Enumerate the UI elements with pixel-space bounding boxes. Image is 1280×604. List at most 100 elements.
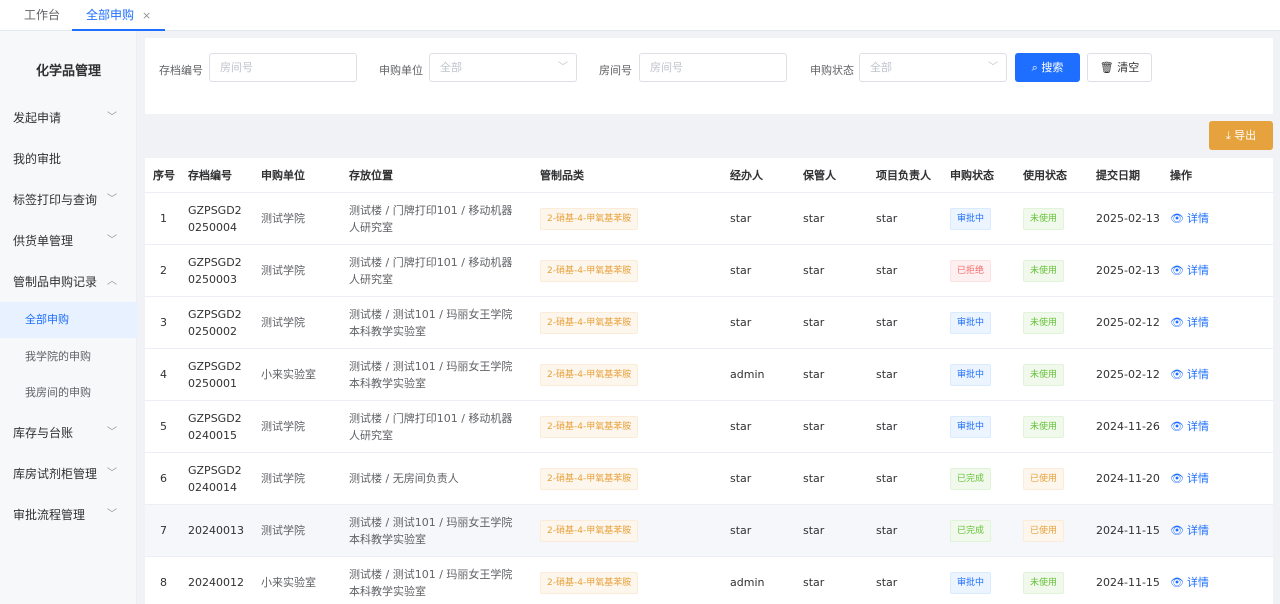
search-button-label: 搜索 <box>1041 61 1064 74</box>
location-room: 测试101 <box>392 308 436 321</box>
table-row: 5 GZPSGD20240015 测试学院 测试楼 / 门牌打印101 / 移动机器人… <box>145 401 1273 453</box>
sidebar-item-my-approval[interactable]: 我的审批 <box>0 141 137 177</box>
usage-badge: 未使用 <box>1023 312 1065 334</box>
sidebar-item-apply[interactable]: 发起申请 ﹀ <box>0 100 137 136</box>
submit-date: 2025-02-12 <box>1096 368 1160 381</box>
eye-icon: 👁︎ <box>1170 264 1184 277</box>
sidebar-item-label: 审批流程管理 <box>13 508 86 522</box>
status-badge: 审批中 <box>950 208 992 230</box>
sidebar-item-controlled-records[interactable]: 管制品申购记录 ︿ <box>0 264 137 300</box>
detail-link[interactable]: 👁︎ 详情 <box>1170 349 1209 401</box>
sidebar-item-label-print[interactable]: 标签打印与查询 ﹀ <box>0 182 137 218</box>
col-status: 申购状态 <box>950 169 994 182</box>
sidebar-subitem-my-college[interactable]: 我学院的申购 <box>0 339 137 375</box>
location-building: 测试楼 <box>349 204 382 217</box>
eye-icon: 👁︎ <box>1170 524 1184 537</box>
row-number: 4 <box>160 368 167 381</box>
detail-link[interactable]: 👁︎ 详情 <box>1170 453 1209 505</box>
usage-badge: 未使用 <box>1023 416 1065 438</box>
close-icon[interactable]: × <box>142 9 151 22</box>
submit-date: 2025-02-12 <box>1096 316 1160 329</box>
sidebar-subitem-all[interactable]: 全部申购 <box>0 302 137 338</box>
chevron-down-icon: ﹀ <box>107 468 117 479</box>
row-number: 1 <box>160 212 167 225</box>
tab-bar: 工作台 全部申购 × <box>0 0 1280 31</box>
sidebar-item-workflow[interactable]: 审批流程管理 ﹀ <box>0 497 137 533</box>
app-title: 化学品管理 <box>35 64 101 79</box>
location-room: 测试101 <box>392 360 436 373</box>
detail-label: 详情 <box>1186 576 1209 589</box>
project-lead: star <box>876 212 898 225</box>
archive-code: GZPSGD20250002 <box>188 308 242 338</box>
chevron-down-icon: ﹀ <box>558 62 568 73</box>
category-tag: 2-硝基-4-甲氧基苯胺 <box>540 468 639 490</box>
detail-link[interactable]: 👁︎ 详情 <box>1170 297 1209 349</box>
clear-button[interactable]: 🗑︎ 清空 <box>1087 53 1152 82</box>
col-action: 操作 <box>1170 169 1192 182</box>
sidebar-item-supply[interactable]: 供货单管理 ﹀ <box>0 223 137 259</box>
detail-link[interactable]: 👁︎ 详情 <box>1170 245 1209 297</box>
search-button[interactable]: ⌕ 搜索 <box>1015 53 1080 82</box>
handler: star <box>730 264 752 277</box>
unit-select[interactable]: 全部 ﹀ <box>429 53 577 82</box>
col-location: 存放位置 <box>349 169 393 182</box>
usage-badge: 未使用 <box>1023 572 1065 594</box>
archive-code: 20240012 <box>188 576 244 589</box>
category-tag: 2-硝基-4-甲氧基苯胺 <box>540 364 639 386</box>
purchase-unit: 测试学院 <box>261 524 305 537</box>
location-building: 测试楼 <box>349 412 382 425</box>
chevron-up-icon: ︿ <box>107 276 117 287</box>
status-badge: 已完成 <box>950 468 992 490</box>
project-lead: star <box>876 420 898 433</box>
tab-all-purchases[interactable]: 全部申购 × <box>72 0 166 31</box>
submit-date: 2024-11-15 <box>1096 576 1160 589</box>
eye-icon: 👁︎ <box>1170 472 1184 485</box>
status-select[interactable]: 全部 ﹀ <box>859 53 1007 82</box>
submit-date: 2025-02-13 <box>1096 264 1160 277</box>
location-building: 测试楼 <box>349 472 382 485</box>
chevron-down-icon: ﹀ <box>107 194 117 205</box>
col-category: 管制品类 <box>540 169 584 182</box>
tab-label: 全部申购 <box>86 8 135 22</box>
sidebar-item-inventory[interactable]: 库存与台账 ﹀ <box>0 415 137 451</box>
submit-date: 2025-02-13 <box>1096 212 1160 225</box>
row-number: 2 <box>160 264 167 277</box>
category-tag: 2-硝基-4-甲氧基苯胺 <box>540 416 639 438</box>
usage-badge: 未使用 <box>1023 208 1065 230</box>
col-code: 存档编号 <box>188 169 232 182</box>
detail-link[interactable]: 👁︎ 详情 <box>1170 401 1209 453</box>
export-button[interactable]: ⤓ 导出 <box>1209 121 1273 150</box>
location-room: 门牌打印101 <box>392 204 458 217</box>
room-input[interactable]: 房间号 <box>639 53 787 82</box>
table-row: 3 GZPSGD20250002 测试学院 测试楼 / 测试101 / 玛丽女王学院本… <box>145 297 1273 349</box>
sidebar-subitem-my-room[interactable]: 我房间的申购 <box>0 375 137 411</box>
sidebar-item-cabinet[interactable]: 库房试剂柜管理 ﹀ <box>0 456 137 492</box>
sidebar-item-label: 标签打印与查询 <box>13 193 98 207</box>
trash-icon: 🗑︎ <box>1099 61 1118 74</box>
eye-icon: 👁︎ <box>1170 316 1184 329</box>
status-badge: 已拒绝 <box>950 260 992 282</box>
detail-label: 详情 <box>1186 524 1209 537</box>
tab-workbench[interactable]: 工作台 <box>24 0 60 31</box>
sidebar-item-label: 发起申请 <box>13 111 62 125</box>
col-usage: 使用状态 <box>1023 169 1067 182</box>
usage-badge: 未使用 <box>1023 260 1065 282</box>
detail-label: 详情 <box>1186 472 1209 485</box>
detail-link[interactable]: 👁︎ 详情 <box>1170 193 1209 245</box>
location-room: 门牌打印101 <box>392 412 458 425</box>
keeper: star <box>803 316 825 329</box>
row-number: 3 <box>160 316 167 329</box>
category-tag: 2-硝基-4-甲氧基苯胺 <box>540 208 639 230</box>
chevron-down-icon: ﹀ <box>107 427 117 438</box>
purchase-unit: 小来实验室 <box>261 368 316 381</box>
keeper: star <box>803 212 825 225</box>
table-row: 2 GZPSGD20250003 测试学院 测试楼 / 门牌打印101 / 移动机器人… <box>145 245 1273 297</box>
archive-input[interactable]: 房间号 <box>209 53 357 82</box>
detail-link[interactable]: 👁︎ 详情 <box>1170 505 1209 557</box>
location-room: 无房间负责人 <box>392 472 459 485</box>
detail-link[interactable]: 👁︎ 详情 <box>1170 557 1209 604</box>
purchase-unit: 测试学院 <box>261 472 305 485</box>
keeper: star <box>803 472 825 485</box>
project-lead: star <box>876 316 898 329</box>
project-lead: star <box>876 472 898 485</box>
